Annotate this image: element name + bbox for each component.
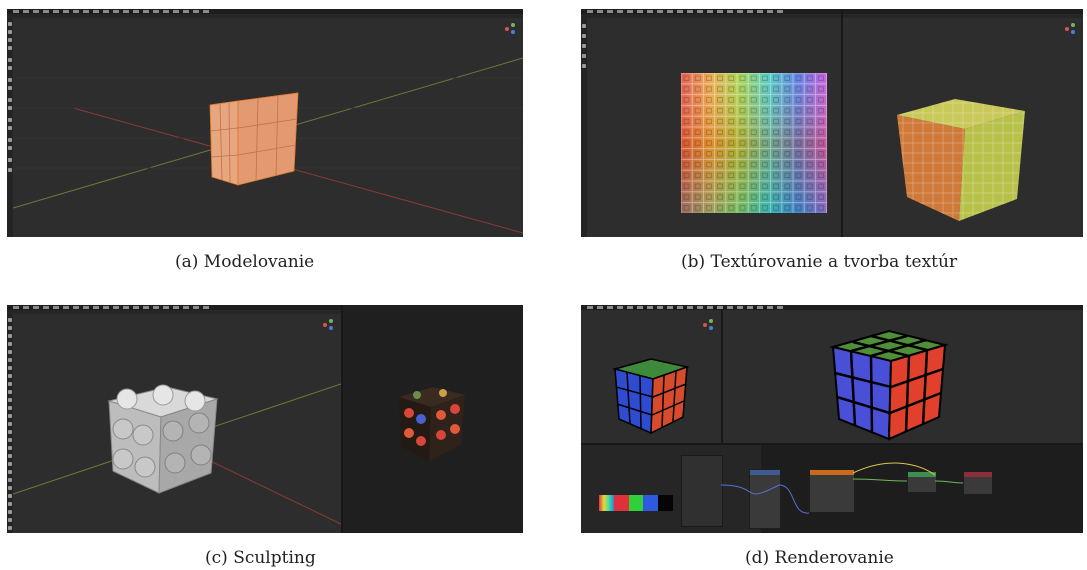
tool-icon[interactable]	[8, 106, 12, 110]
tool-icon[interactable]	[8, 366, 12, 370]
viewport-texturing[interactable]	[581, 9, 1083, 237]
tool-icon[interactable]	[582, 24, 586, 28]
properties-panel[interactable]	[681, 455, 723, 527]
rubiks-cube-small[interactable]	[611, 355, 691, 435]
palette-texture	[599, 495, 673, 511]
navigation-gizmo-icon[interactable]	[323, 319, 335, 331]
area-divider[interactable]	[841, 9, 843, 237]
tool-icon[interactable]	[8, 66, 12, 70]
tool-icon[interactable]	[8, 30, 12, 34]
tool-icon[interactable]	[8, 478, 12, 482]
tool-icon[interactable]	[8, 518, 12, 522]
tool-icon[interactable]	[8, 446, 12, 450]
tool-icon[interactable]	[8, 414, 12, 418]
tool-icon[interactable]	[8, 168, 12, 172]
navigation-gizmo-icon[interactable]	[505, 23, 517, 35]
menu-bar[interactable]	[587, 306, 787, 309]
tool-icon[interactable]	[8, 146, 12, 150]
tool-icon[interactable]	[8, 334, 12, 338]
tool-icon[interactable]	[8, 126, 12, 130]
tool-icon[interactable]	[8, 342, 12, 346]
tool-icon[interactable]	[8, 422, 12, 426]
uv-texture-grid	[681, 73, 827, 213]
tool-icon[interactable]	[8, 138, 12, 142]
tool-icon[interactable]	[582, 34, 586, 38]
tool-icon[interactable]	[8, 158, 12, 162]
tool-icon[interactable]	[8, 510, 12, 514]
tool-icon[interactable]	[8, 46, 12, 50]
tool-icon[interactable]	[582, 54, 586, 58]
tool-icon[interactable]	[8, 38, 12, 42]
tool-icon[interactable]	[8, 470, 12, 474]
caption-b: (b) Textúrovanie a tvorba textúr	[681, 252, 958, 272]
tool-icon[interactable]	[582, 64, 586, 68]
tool-icon[interactable]	[8, 22, 12, 26]
node-links	[721, 462, 964, 514]
tool-icon[interactable]	[8, 382, 12, 386]
tool-icon[interactable]	[8, 494, 12, 498]
tool-icon[interactable]	[8, 406, 12, 410]
sculpted-cube[interactable]	[103, 379, 223, 499]
tool-icon[interactable]	[8, 526, 12, 530]
menu-bar[interactable]	[13, 306, 213, 309]
menu-bar[interactable]	[587, 10, 787, 13]
tool-icon[interactable]	[8, 350, 12, 354]
tool-icon[interactable]	[8, 462, 12, 466]
caption-c: (c) Sculpting	[205, 548, 316, 568]
rendered-sculpt-cube[interactable]	[395, 383, 467, 463]
rubiks-cube-render[interactable]	[829, 325, 949, 441]
caption-d: (d) Renderovanie	[745, 548, 894, 568]
tool-icon[interactable]	[8, 358, 12, 362]
tool-icon[interactable]	[8, 374, 12, 378]
textured-cube[interactable]	[893, 93, 1029, 223]
tool-icon[interactable]	[8, 58, 12, 62]
area-divider[interactable]	[721, 310, 723, 445]
tool-icon[interactable]	[582, 44, 586, 48]
caption-a: (a) Modelovanie	[175, 252, 315, 272]
tool-icon[interactable]	[8, 486, 12, 490]
tool-icon[interactable]	[8, 318, 12, 322]
tool-icon[interactable]	[8, 430, 12, 434]
viewport-sculpting[interactable]	[7, 305, 523, 533]
tool-icon[interactable]	[8, 438, 12, 442]
navigation-gizmo-icon[interactable]	[703, 319, 715, 331]
tool-icon[interactable]	[8, 78, 12, 82]
tool-icon[interactable]	[8, 398, 12, 402]
tool-icon[interactable]	[8, 390, 12, 394]
cube-model[interactable]	[202, 85, 312, 195]
tool-icon[interactable]	[8, 454, 12, 458]
blender-top-bar	[581, 305, 1083, 310]
menu-bar[interactable]	[13, 10, 213, 13]
viewport-header	[581, 14, 1083, 18]
tool-icon[interactable]	[8, 502, 12, 506]
viewport-modeling[interactable]	[7, 9, 523, 237]
tool-icon[interactable]	[8, 98, 12, 102]
tool-icon[interactable]	[8, 326, 12, 330]
navigation-gizmo-icon[interactable]	[1065, 23, 1077, 35]
tool-shelf[interactable]	[581, 18, 587, 237]
tool-icon[interactable]	[8, 86, 12, 90]
viewport-rendering[interactable]	[581, 305, 1083, 533]
tool-icon[interactable]	[8, 118, 12, 122]
